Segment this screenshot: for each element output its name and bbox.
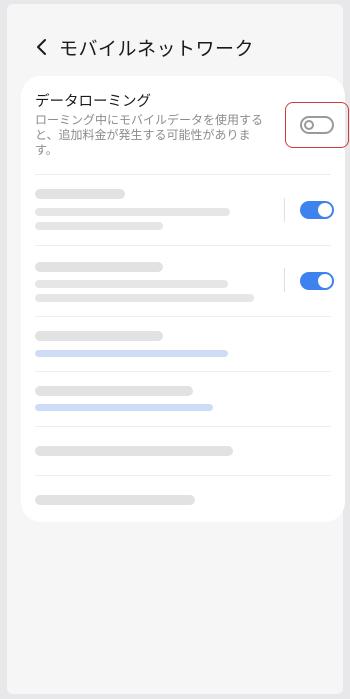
data-roaming-toggle[interactable] (300, 116, 334, 134)
placeholder-line (35, 222, 163, 230)
toggle-knob (318, 274, 332, 288)
placeholder-link-line (35, 350, 228, 357)
placeholder-title (35, 495, 195, 505)
data-roaming-row[interactable]: データローミング ローミング中にモバイルデータを使用すると、追加料金が発生する可… (21, 76, 349, 174)
placeholder-title (35, 331, 163, 341)
placeholder-row-1[interactable] (21, 175, 345, 245)
page-title: モバイルネットワーク (59, 37, 255, 60)
placeholder-toggle-1[interactable] (300, 201, 334, 219)
placeholder-title (35, 386, 193, 396)
divider-vertical (284, 198, 285, 222)
placeholder-link-line (35, 404, 213, 411)
placeholder-toggle-2[interactable] (300, 272, 334, 290)
placeholder-row-2[interactable] (21, 246, 345, 316)
toggle-knob (304, 120, 314, 130)
placeholder-title (35, 189, 125, 199)
toggle-knob (318, 203, 332, 217)
divider-vertical (284, 268, 285, 292)
placeholder-line (35, 294, 254, 302)
placeholder-line (35, 280, 228, 288)
placeholder-row-4[interactable] (21, 372, 345, 426)
screen: モバイルネットワーク データローミング ローミング中にモバイルデータを使用すると… (7, 4, 349, 694)
data-roaming-title: データローミング (35, 94, 151, 110)
placeholder-row-3[interactable] (21, 317, 345, 371)
chevron-left-icon (37, 39, 46, 55)
placeholder-row-6[interactable] (21, 476, 345, 522)
settings-card: データローミング ローミング中にモバイルデータを使用すると、追加料金が発生する可… (21, 76, 349, 522)
back-button[interactable] (31, 33, 53, 61)
app-bar: モバイルネットワーク (31, 32, 254, 62)
placeholder-row-5[interactable] (21, 427, 345, 475)
data-roaming-description: ローミング中にモバイルデータを使用すると、追加料金が発生する可能性があります。 (35, 113, 264, 157)
placeholder-line (35, 208, 230, 216)
placeholder-title (35, 262, 163, 272)
placeholder-title (35, 446, 233, 456)
